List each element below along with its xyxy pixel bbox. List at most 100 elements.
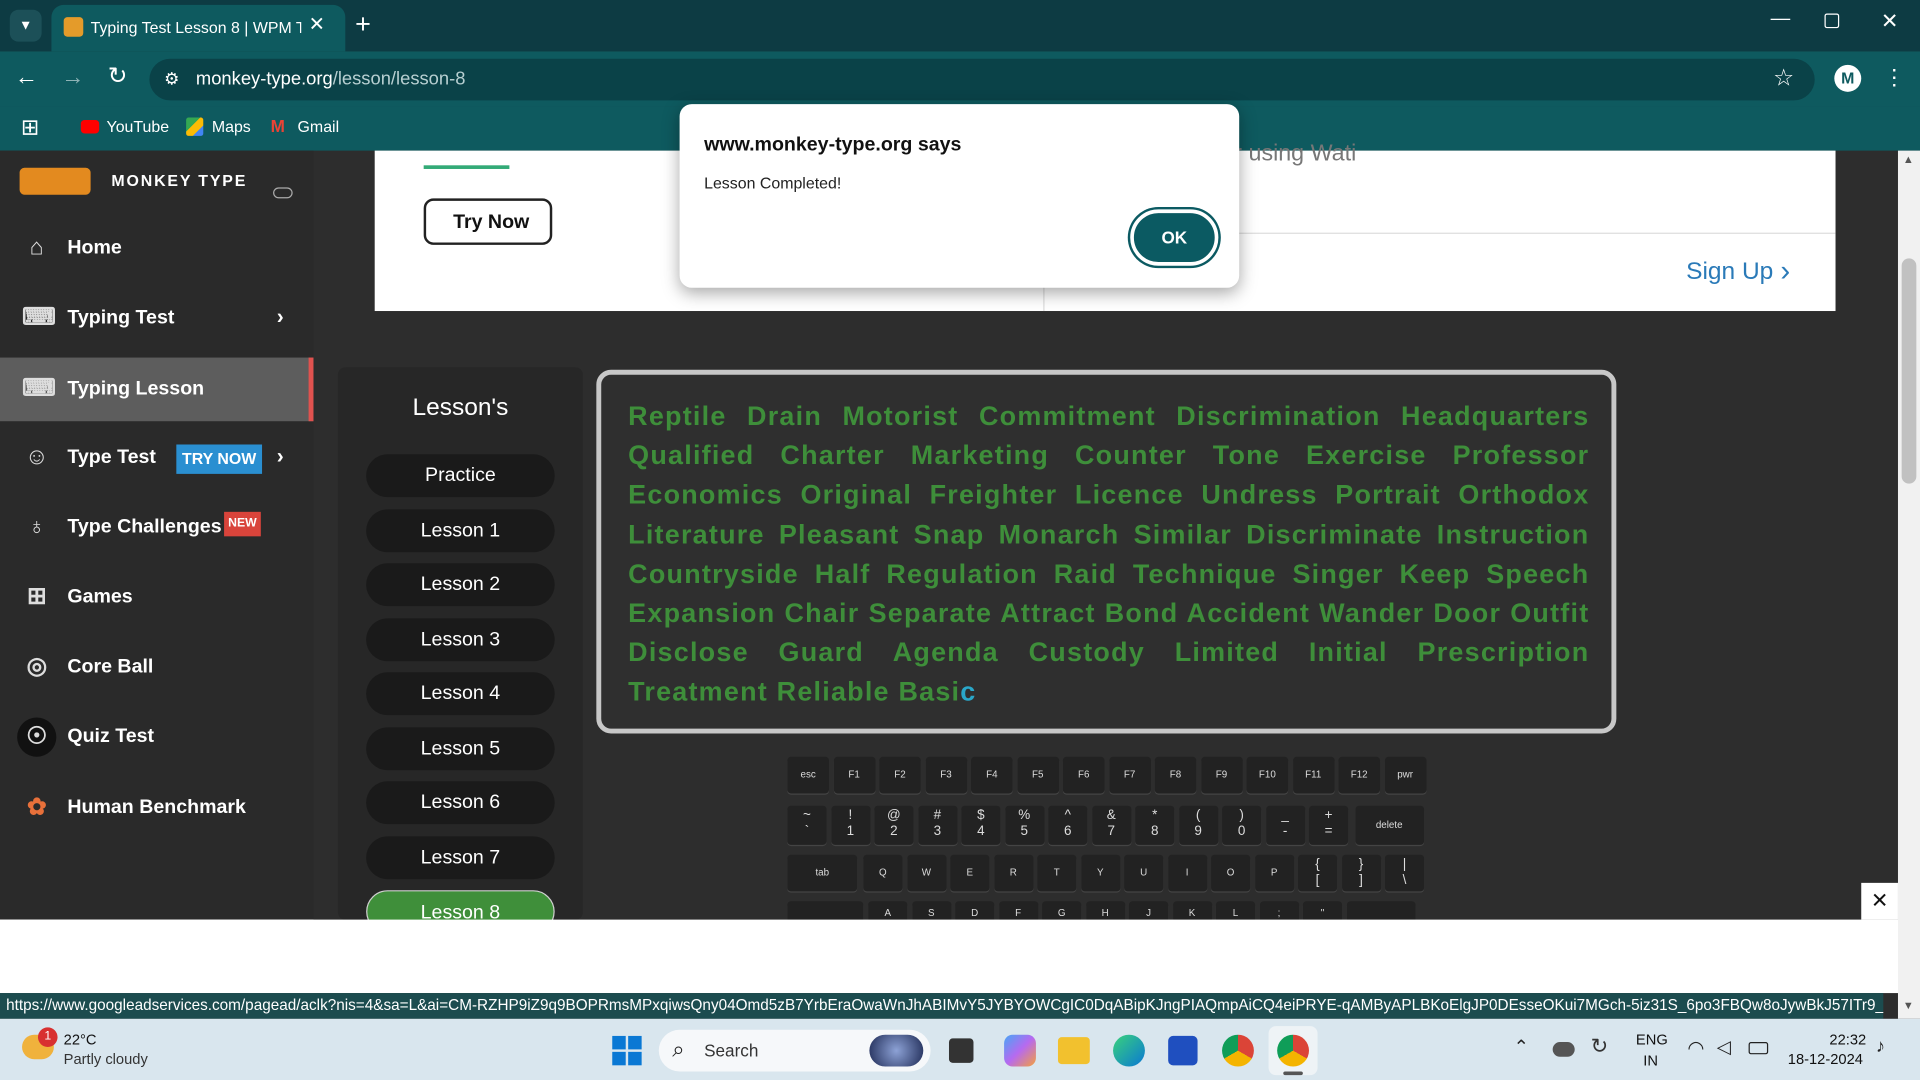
try-now-button[interactable]: Try Now xyxy=(423,198,553,245)
key-bracket[interactable]: } ] xyxy=(1341,854,1381,892)
key-f3[interactable]: F3 xyxy=(925,756,967,794)
key-o[interactable]: O xyxy=(1211,854,1251,892)
address-bar[interactable]: ⚙ monkey-type.org/lesson/lesson-8 ☆ xyxy=(149,58,1815,101)
bookmark-youtube[interactable]: YouTube xyxy=(107,118,170,136)
lesson-7-button[interactable]: Lesson 7 xyxy=(366,836,555,880)
key-r[interactable]: R xyxy=(993,854,1033,892)
clock-date[interactable]: 18-12-2024 xyxy=(1788,1051,1863,1068)
lesson-practice-button[interactable]: Practice xyxy=(366,454,555,498)
profile-avatar[interactable]: M xyxy=(1834,64,1862,92)
sidebar-item-typing-lesson[interactable]: ⌨ Typing Lesson xyxy=(0,357,314,422)
lesson-6-button[interactable]: Lesson 6 xyxy=(366,781,555,825)
key-t[interactable]: T xyxy=(1037,854,1077,892)
key-number[interactable]: + = xyxy=(1308,805,1349,845)
browser-menu-icon[interactable]: ⋮ xyxy=(1883,66,1905,88)
sign-up-link[interactable]: Sign Up xyxy=(1686,258,1773,286)
scroll-down-icon[interactable]: ▼ xyxy=(1903,999,1914,1011)
new-tab-icon[interactable]: + xyxy=(355,10,371,38)
key-e[interactable]: E xyxy=(950,854,990,892)
lesson-4-button[interactable]: Lesson 4 xyxy=(366,672,555,716)
lang-primary[interactable]: ENG xyxy=(1636,1031,1668,1048)
key-bracket[interactable]: | \ xyxy=(1384,854,1425,892)
reload-icon[interactable]: ↻ xyxy=(108,65,127,88)
sidebar-item-type-challenges[interactable]: ♁ Type Challenges NEW xyxy=(0,496,313,560)
dialog-ok-button[interactable]: OK xyxy=(1130,209,1219,266)
battery-icon[interactable] xyxy=(1748,1042,1769,1055)
store-icon[interactable] xyxy=(1168,1035,1198,1066)
tab-close-icon[interactable]: ✕ xyxy=(309,15,325,36)
lesson-3-button[interactable]: Lesson 3 xyxy=(366,618,555,662)
minimize-icon[interactable]: — xyxy=(1771,9,1791,30)
key-number[interactable]: * 8 xyxy=(1135,805,1175,845)
browser-tab-active[interactable]: Typing Test Lesson 8 | WPM Tes ✕ xyxy=(51,4,346,52)
key-number[interactable]: # 3 xyxy=(917,805,957,845)
key-p[interactable]: P xyxy=(1254,854,1294,892)
scrollbar[interactable]: ▲ ▼ xyxy=(1897,150,1920,1019)
scrollbar-thumb[interactable] xyxy=(1901,258,1917,484)
lesson-1-button[interactable]: Lesson 1 xyxy=(366,509,555,553)
sidebar-item-core-ball[interactable]: ◎ Core Ball xyxy=(0,636,313,700)
sidebar-item-quiz-test[interactable]: ☉ Quiz Test xyxy=(0,705,313,769)
key-i[interactable]: I xyxy=(1167,854,1207,892)
key-delete[interactable]: delete xyxy=(1354,805,1424,845)
bookmark-gmail[interactable]: Gmail xyxy=(298,118,340,136)
key-f12[interactable]: F12 xyxy=(1338,756,1381,794)
restore-icon[interactable] xyxy=(1824,13,1840,29)
chrome-icon[interactable] xyxy=(1222,1034,1254,1067)
task-view-icon[interactable] xyxy=(948,1038,974,1063)
chrome-profile-icon[interactable] xyxy=(1268,1026,1318,1076)
apps-grid-icon[interactable]: ⊞ xyxy=(21,116,39,138)
key-number[interactable]: ! 1 xyxy=(830,805,871,845)
key-esc[interactable]: esc xyxy=(787,756,829,794)
key-f7[interactable]: F7 xyxy=(1108,756,1151,794)
key-f10[interactable]: F10 xyxy=(1246,756,1289,794)
start-icon[interactable] xyxy=(612,1035,642,1066)
bookmark-star-icon[interactable]: ☆ xyxy=(1773,67,1794,90)
volume-icon[interactable]: ◁ xyxy=(1717,1036,1731,1058)
edge-icon[interactable] xyxy=(1113,1034,1145,1067)
lesson-2-button[interactable]: Lesson 2 xyxy=(366,563,555,607)
file-explorer-icon[interactable] xyxy=(1057,1037,1090,1065)
sidebar-item-games[interactable]: ⊞ Games xyxy=(0,566,313,630)
key-u[interactable]: U xyxy=(1124,854,1164,892)
show-hidden-icons[interactable]: ⌃ xyxy=(1513,1036,1528,1058)
key-f2[interactable]: F2 xyxy=(879,756,921,794)
scroll-up-icon[interactable]: ▲ xyxy=(1903,153,1914,165)
key-tab[interactable]: tab xyxy=(787,854,858,892)
key-number[interactable]: @ 2 xyxy=(874,805,914,845)
site-info-icon[interactable]: ⚙ xyxy=(164,70,179,87)
key-number[interactable]: ( 9 xyxy=(1178,805,1218,845)
key-f4[interactable]: F4 xyxy=(971,756,1013,794)
typing-text-box[interactable]: Reptile Drain Motorist Commitment Discri… xyxy=(596,369,1617,734)
sidebar-item-typing-test[interactable]: ⌨ Typing Test › xyxy=(0,287,313,351)
key-number[interactable]: ) 0 xyxy=(1222,805,1262,845)
key-number[interactable]: ~ ` xyxy=(787,805,827,845)
key-f11[interactable]: F11 xyxy=(1292,756,1335,794)
wifi-icon[interactable]: ◠ xyxy=(1687,1036,1704,1060)
lesson-5-button[interactable]: Lesson 5 xyxy=(366,727,555,771)
key-f6[interactable]: F6 xyxy=(1062,756,1105,794)
sidebar-item-type-test[interactable]: ☺ Type Test TRY NOW › xyxy=(0,426,313,490)
sidebar-item-home[interactable]: ⌂ Home xyxy=(0,217,313,281)
tab-search-button[interactable]: ▼ xyxy=(9,9,42,42)
key-number[interactable]: & 7 xyxy=(1091,805,1131,845)
onedrive-icon[interactable] xyxy=(1552,1042,1575,1057)
key-f9[interactable]: F9 xyxy=(1200,756,1243,794)
taskbar-search[interactable]: ⌕ Search xyxy=(658,1029,931,1072)
key-f8[interactable]: F8 xyxy=(1154,756,1197,794)
clock-time[interactable]: 22:32 xyxy=(1829,1031,1866,1048)
key-number[interactable]: ^ 6 xyxy=(1048,805,1088,845)
copilot-icon[interactable] xyxy=(1004,1034,1036,1067)
key-number[interactable]: $ 4 xyxy=(961,805,1001,845)
key-w[interactable]: W xyxy=(906,854,946,892)
key-f1[interactable]: F1 xyxy=(833,756,875,794)
bookmark-maps[interactable]: Maps xyxy=(212,118,251,136)
key-bracket[interactable]: { [ xyxy=(1297,854,1338,892)
forward-icon[interactable]: → xyxy=(61,66,84,89)
theme-toggle-icon[interactable] xyxy=(273,187,293,199)
key-number[interactable]: _ - xyxy=(1265,805,1305,845)
back-icon[interactable]: ← xyxy=(15,66,38,89)
key-f5[interactable]: F5 xyxy=(1016,756,1059,794)
key-q[interactable]: Q xyxy=(863,854,903,892)
lang-secondary[interactable]: IN xyxy=(1643,1052,1658,1069)
